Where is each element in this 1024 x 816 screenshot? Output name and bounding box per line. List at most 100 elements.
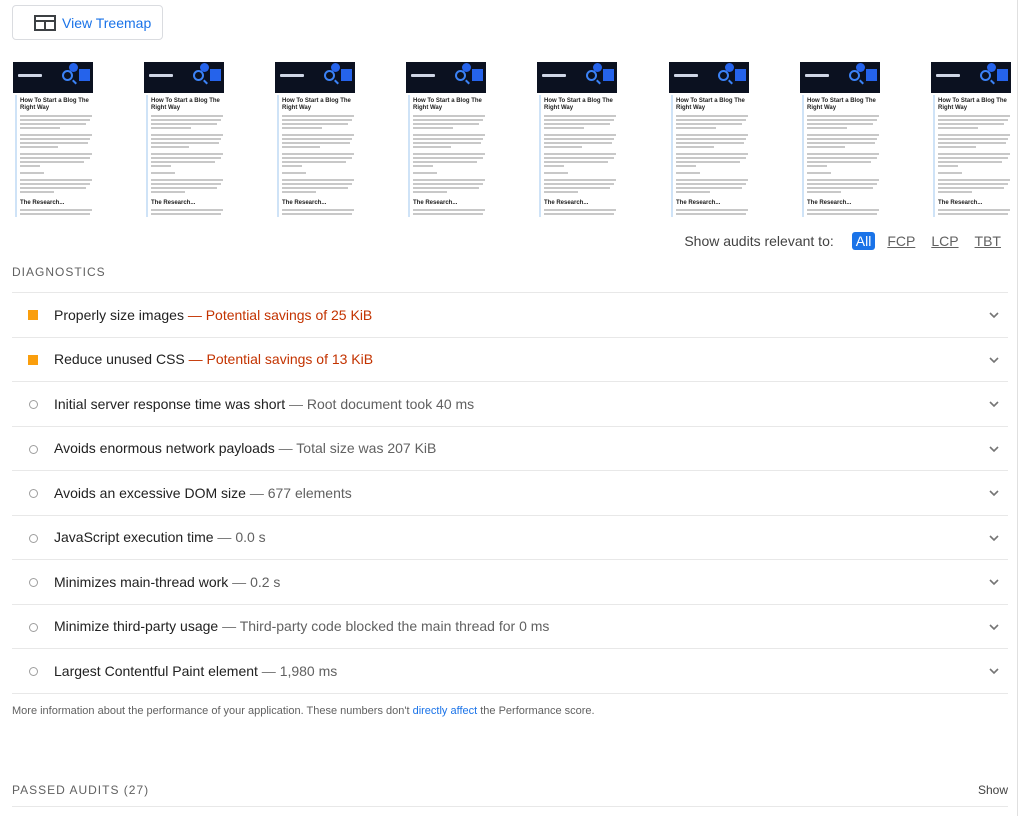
frame-text-line <box>807 115 879 117</box>
passed-audits-show-toggle[interactable]: Show <box>978 783 1008 797</box>
filter-chip-lcp[interactable]: LCP <box>927 232 962 250</box>
view-treemap-label: View Treemap <box>62 14 152 31</box>
frame-dot-icon <box>856 63 865 72</box>
frame-site-header <box>406 62 486 93</box>
frame-text-line <box>413 195 483 198</box>
frame-text-line <box>20 165 40 167</box>
frame-page-heading: How To Start a Blog The Right Way <box>544 98 613 111</box>
frame-text-line <box>807 179 879 181</box>
audit-row[interactable]: Minimizes main-thread work — 0.2 s <box>12 560 1008 605</box>
chevron-down-icon[interactable] <box>988 398 1000 410</box>
audit-row[interactable]: Avoids enormous network payloads — Total… <box>12 427 1008 471</box>
frame-text-line <box>807 213 877 215</box>
passed-audits-header[interactable]: PASSED AUDITS (27) Show <box>12 783 1008 807</box>
frame-text-line <box>282 213 352 215</box>
chevron-down-icon[interactable] <box>988 532 1000 544</box>
frame-text-line <box>938 187 1004 189</box>
frame-text-line <box>20 138 90 140</box>
frame-text-line <box>938 172 962 174</box>
frame-text-line <box>282 127 322 129</box>
audit-row[interactable]: Minimize third-party usage — Third-party… <box>12 605 1008 649</box>
audit-row[interactable]: JavaScript execution time — 0.0 s <box>12 516 1008 560</box>
frame-text-line <box>544 195 614 198</box>
filmstrip-frame: How To Start a Blog The Right Way The Res… <box>800 62 880 220</box>
frame-text-line <box>676 157 746 159</box>
chevron-down-icon[interactable] <box>988 576 1000 588</box>
frame-brand-logo <box>674 74 698 77</box>
frame-section-heading: The Research... <box>938 200 983 206</box>
audit-title: Avoids an excessive DOM size — 677 eleme… <box>54 485 352 501</box>
chevron-down-icon[interactable] <box>988 309 1000 321</box>
frame-menu-icon <box>79 69 90 81</box>
frame-text-line <box>413 161 477 163</box>
frame-text-line <box>20 213 90 215</box>
frame-text-line <box>413 183 483 185</box>
audit-row[interactable]: Properly size images — Potential savings… <box>12 293 1008 338</box>
frame-text-line <box>544 157 614 159</box>
diagnostics-audit-list: Properly size images — Potential savings… <box>12 292 1008 694</box>
chevron-down-icon[interactable] <box>988 621 1000 633</box>
frame-menu-icon <box>472 69 483 81</box>
audit-separator: — <box>249 484 264 501</box>
frame-text-line <box>807 195 877 198</box>
frame-text-line <box>544 161 608 163</box>
frame-text-line <box>20 183 90 185</box>
frame-brand-logo <box>411 74 435 77</box>
frame-text-line <box>938 213 1008 215</box>
chevron-down-icon[interactable] <box>988 487 1000 499</box>
directly-affect-link[interactable]: directly affect <box>413 705 478 717</box>
frame-text-line <box>20 187 86 189</box>
frame-text-line <box>151 183 221 185</box>
frame-text-line <box>938 119 1008 121</box>
frame-text-line <box>807 161 871 163</box>
filmstrip-frame: How To Start a Blog The Right Way The Res… <box>13 62 93 220</box>
view-treemap-button[interactable]: View Treemap <box>12 5 163 40</box>
frame-text-line <box>413 138 483 140</box>
frame-text-line <box>676 153 748 155</box>
frame-text-line <box>151 146 189 148</box>
chevron-down-icon[interactable] <box>988 665 1000 677</box>
audit-row[interactable]: Initial server response time was short —… <box>12 382 1008 427</box>
frame-page-body: How To Start a Blog The Right Way The Res… <box>146 95 224 217</box>
audit-row[interactable]: Avoids an excessive DOM size — 677 eleme… <box>12 471 1008 516</box>
frame-text-line <box>544 153 616 155</box>
frame-text-line <box>282 187 348 189</box>
audit-title-text: Reduce unused CSS <box>54 351 185 368</box>
audit-separator: — <box>278 440 293 457</box>
frame-text-line <box>282 123 348 125</box>
filter-chip-tbt[interactable]: TBT <box>971 232 1005 250</box>
audit-title: JavaScript execution time — 0.0 s <box>54 529 266 545</box>
chevron-down-icon[interactable] <box>988 354 1000 366</box>
audit-row[interactable]: Largest Contentful Paint element — 1,980… <box>12 649 1008 694</box>
frame-text-line <box>151 123 217 125</box>
frame-text-line <box>938 183 1008 185</box>
diagnostics-heading: DIAGNOSTICS <box>12 265 106 279</box>
frame-text-line <box>282 172 306 174</box>
frame-text-line <box>938 191 972 193</box>
frame-text-line <box>938 115 1010 117</box>
filmstrip-frame: How To Start a Blog The Right Way The Res… <box>537 62 617 220</box>
chevron-down-icon[interactable] <box>988 443 1000 455</box>
frame-dot-icon <box>462 63 471 72</box>
frame-text-line <box>282 191 316 193</box>
frame-text-line <box>676 165 696 167</box>
frame-brand-logo <box>18 74 42 77</box>
frame-menu-icon <box>341 69 352 81</box>
frame-section-heading: The Research... <box>807 200 852 206</box>
frame-page-heading: How To Start a Blog The Right Way <box>413 98 482 111</box>
frame-text-line <box>544 213 614 215</box>
frame-text-line <box>938 123 1004 125</box>
frame-site-header <box>275 62 355 93</box>
filter-chip-all[interactable]: All <box>851 232 876 250</box>
audit-row[interactable]: Reduce unused CSS — Potential savings of… <box>12 338 1008 382</box>
frame-text-line <box>544 123 610 125</box>
filmstrip-frame: How To Start a Blog The Right Way The Res… <box>144 62 224 220</box>
frame-section-heading: The Research... <box>676 200 721 206</box>
audit-filter-bar: Show audits relevant to: All FCP LCP TBT <box>684 232 1005 250</box>
frame-text-line <box>20 119 90 121</box>
frame-page-body: How To Start a Blog The Right Way The Res… <box>671 95 749 217</box>
filmstrip-frame: How To Start a Blog The Right Way The Res… <box>669 62 749 220</box>
frame-text-line <box>20 115 92 117</box>
frame-text-line <box>676 183 746 185</box>
filter-chip-fcp[interactable]: FCP <box>883 232 919 250</box>
